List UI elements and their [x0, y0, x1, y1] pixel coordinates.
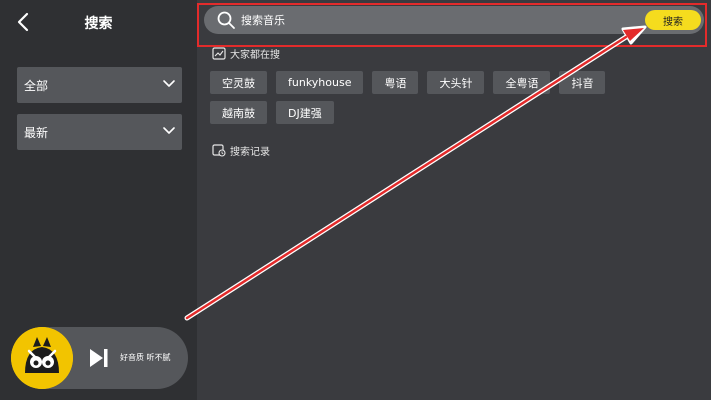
tag-item[interactable]: DJ建强	[276, 101, 334, 124]
tag-item[interactable]: 粤语	[372, 71, 419, 94]
page-title: 搜索	[84, 16, 113, 32]
highlight-frame	[197, 3, 707, 47]
mascot-logo-icon	[11, 327, 73, 389]
chevron-down-icon	[163, 127, 175, 134]
tag-item[interactable]: 抖音	[559, 71, 606, 94]
hot-search-label: 大家都在搜	[230, 50, 280, 61]
app-root: 搜索 全部 最新 搜索 大家都在搜 空灵鼓 funk	[0, 0, 711, 400]
category-select[interactable]: 全部	[17, 67, 182, 103]
next-track-button[interactable]	[88, 347, 110, 373]
tag-item[interactable]: 越南鼓	[210, 101, 267, 124]
tag-item[interactable]: funkyhouse	[276, 71, 364, 94]
search-history-header: 搜索记录	[212, 143, 270, 158]
album-art	[11, 327, 73, 389]
chevron-down-icon	[163, 80, 175, 87]
history-icon	[212, 144, 226, 157]
category-select-value: 全部	[24, 78, 49, 93]
search-history-label: 搜索记录	[230, 147, 270, 158]
hot-search-header: 大家都在搜	[212, 46, 280, 61]
sort-select[interactable]: 最新	[17, 114, 182, 150]
tag-item[interactable]: 大头针	[427, 71, 485, 94]
mini-player[interactable]: 好音质 听不腻	[11, 327, 188, 389]
tag-item[interactable]: 全粤语	[493, 71, 551, 94]
now-playing-text: 好音质 听不腻	[120, 353, 171, 362]
tag-item[interactable]: 空灵鼓	[210, 71, 267, 94]
hot-search-tags: 空灵鼓 funkyhouse 粤语 大头针 全粤语 抖音 越南鼓 DJ建强	[210, 71, 650, 124]
skip-next-icon	[90, 349, 108, 367]
sort-select-value: 最新	[24, 125, 49, 140]
trending-icon	[212, 47, 226, 60]
